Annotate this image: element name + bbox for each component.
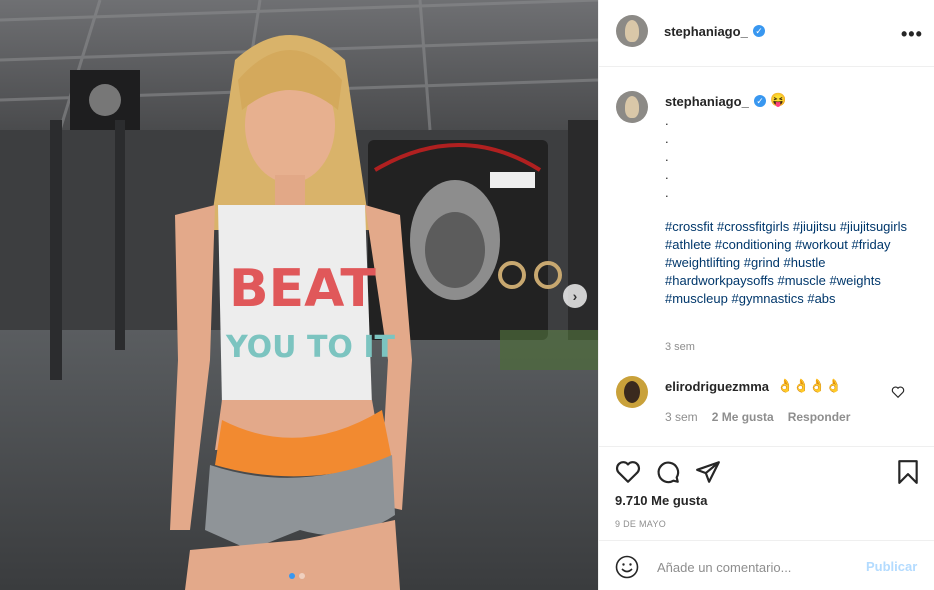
- comment-composer: Publicar: [599, 540, 934, 590]
- emoji-icon[interactable]: [615, 555, 639, 579]
- comment-meta: 3 sem 2 Me gusta Responder: [665, 410, 850, 424]
- comment-input[interactable]: [655, 553, 859, 581]
- shirt-text-line2: YOU TO IT: [225, 330, 396, 365]
- post-date[interactable]: 9 DE MAYO: [615, 519, 666, 529]
- caption-dots: . . . . .: [665, 112, 669, 202]
- post-photo[interactable]: BEAT YOU TO IT ›: [0, 0, 598, 590]
- reply-button[interactable]: Responder: [788, 410, 851, 424]
- caption-dot: .: [665, 167, 669, 182]
- post-sidebar: stephaniago_ ✓ ••• stephaniago_ ✓ 😝 . . …: [598, 0, 934, 590]
- publish-button[interactable]: Publicar: [866, 559, 917, 574]
- caption-timestamp[interactable]: 3 sem: [665, 341, 695, 353]
- verified-badge-icon: ✓: [754, 95, 766, 107]
- post-actions: 9.710 Me gusta 9 DE MAYO: [599, 446, 934, 540]
- bookmark-icon[interactable]: [895, 459, 921, 485]
- caption-dot: .: [665, 149, 669, 164]
- gym-photo-illustration: BEAT YOU TO IT: [0, 0, 598, 590]
- caption-dot: .: [665, 131, 669, 146]
- comment-username[interactable]: elirodriguezmma: [665, 379, 769, 394]
- share-icon[interactable]: [695, 459, 721, 485]
- carousel-dot-1: [289, 573, 295, 579]
- commenter-avatar[interactable]: [616, 376, 648, 408]
- caption-hashtags[interactable]: #crossfit #crossfitgirls #jiujitsu #jiuj…: [665, 218, 920, 308]
- post-header: stephaniago_ ✓ •••: [599, 0, 934, 67]
- chevron-right-icon: ›: [572, 288, 578, 304]
- author-avatar[interactable]: [616, 15, 648, 47]
- caption-dot: .: [665, 113, 669, 128]
- caption-dot: .: [665, 185, 669, 200]
- carousel-dot-2: [299, 573, 305, 579]
- next-photo-button[interactable]: ›: [563, 284, 587, 308]
- shirt-text-line1: BEAT: [229, 259, 376, 319]
- comment-text: 👌👌👌👌: [777, 378, 842, 393]
- author-username[interactable]: stephaniago_: [664, 24, 748, 39]
- caption-emoji: 😝: [770, 92, 787, 107]
- comment-likes[interactable]: 2 Me gusta: [712, 410, 774, 424]
- verified-badge-icon: ✓: [753, 25, 765, 37]
- comment-timestamp[interactable]: 3 sem: [665, 410, 698, 424]
- caption-username[interactable]: stephaniago_: [665, 94, 749, 109]
- like-count[interactable]: 9.710 Me gusta: [615, 493, 708, 508]
- carousel-dots: [289, 573, 305, 579]
- comment-heart-icon[interactable]: [891, 385, 905, 399]
- comment-icon[interactable]: [655, 459, 681, 485]
- caption-avatar[interactable]: [616, 91, 648, 123]
- heart-icon[interactable]: [615, 459, 641, 485]
- more-options-icon[interactable]: •••: [901, 24, 923, 45]
